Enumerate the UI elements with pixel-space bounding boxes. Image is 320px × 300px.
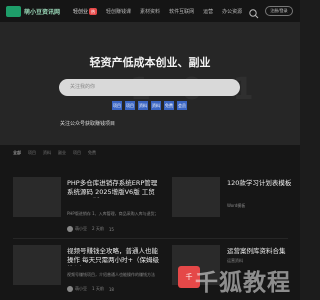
tab-2[interactable]: 项目	[28, 150, 36, 156]
divider	[13, 238, 288, 239]
article-title[interactable]: 视频号赚钱全攻略，普通人也能操作 每天只需两小时+（保姆级教程）	[67, 247, 159, 266]
hero-search-input[interactable]: 关注我的你	[59, 79, 240, 96]
tab-6[interactable]: 免费	[88, 150, 96, 156]
avatar	[67, 286, 73, 292]
avatar	[67, 226, 73, 232]
article-views: 15	[108, 226, 114, 232]
article-author: 萌小豆	[75, 286, 87, 291]
article-views: 18	[108, 286, 114, 292]
logo-icon	[6, 5, 21, 17]
article-title[interactable]: 运营案例库资料合集	[227, 247, 297, 257]
tab-3[interactable]: 资料	[43, 150, 51, 156]
article-title[interactable]: PHP多仓库进销存系统ERP管理系统源码 2025增版V6版 工贸公司可用版	[67, 179, 159, 198]
article-date: 2 天前	[92, 226, 104, 231]
article-thumbnail[interactable]	[13, 245, 61, 285]
main-nav: 轻创业热 轻创赚钱课 素材资料 软件互联网 运营 办公资源	[73, 7, 251, 15]
nav-item-6[interactable]: 办公资源	[222, 8, 242, 15]
article-meta: 萌小豆 1 天前 18	[67, 286, 119, 292]
article-thumbnail[interactable]	[13, 177, 61, 217]
article-title[interactable]: 120款学习计划表模板	[227, 179, 297, 189]
article-date: 1 天前	[92, 286, 104, 291]
hero-tag-4[interactable]: 资料	[151, 101, 161, 110]
hero-tag-2[interactable]: 项目	[125, 101, 135, 110]
article-description: Word模板	[227, 203, 246, 208]
hot-badge: 热	[89, 7, 98, 15]
watermark-text: 千狐教程	[195, 270, 291, 296]
article-thumbnail[interactable]	[172, 177, 220, 217]
tab-1[interactable]: 全部	[13, 150, 21, 156]
hero-title: 轻资产低成本创业、副业	[89, 56, 211, 69]
nav-item-1[interactable]: 轻创业热	[73, 7, 98, 15]
article-description: 视频号赚钱项目，介绍普通人也能操作的赚钱方法	[67, 272, 155, 277]
nav-item-2[interactable]: 轻创赚钱课	[106, 8, 131, 15]
login-button[interactable]: 注册/登录	[265, 6, 293, 16]
logo-text: 萌小豆资讯网	[24, 8, 61, 16]
tab-5[interactable]: 项目	[73, 150, 81, 156]
article-description: PHP版进销存 1、入库管理，商品采购入库与退货；	[67, 211, 159, 216]
site-logo[interactable]: 萌小豆资讯网	[6, 5, 61, 17]
hero-follow-link[interactable]: 关注公众号获取赚钱项目	[60, 120, 115, 127]
search-icon[interactable]	[248, 5, 260, 19]
hero-tag-5[interactable]: 免费	[164, 101, 174, 110]
hero-banner: 1 0 1 轻资产低成本创业、副业 关注我的你 项目 项目 资料 资料 免费 会…	[0, 22, 300, 145]
tab-4[interactable]: 副业	[58, 150, 66, 156]
nav-item-3[interactable]: 素材资料	[140, 8, 160, 15]
nav-item-5[interactable]: 运营	[203, 8, 213, 15]
hero-tag-1[interactable]: 项目	[112, 101, 122, 110]
hero-tag-3[interactable]: 资料	[138, 101, 148, 110]
nav-item-4[interactable]: 软件互联网	[169, 8, 194, 15]
category-tabs: 全部 项目 资料 副业 项目 免费	[13, 150, 103, 156]
hero-tags: 项目 项目 资料 资料 免费 会员	[112, 101, 190, 110]
hero-tag-6[interactable]: 会员	[177, 101, 187, 110]
article-meta: 萌小豆 2 天前 15	[67, 226, 119, 232]
top-navbar: 萌小豆资讯网 轻创业热 轻创赚钱课 素材资料 软件互联网 运营 办公资源 注册/…	[0, 0, 300, 22]
article-author: 萌小豆	[75, 226, 87, 231]
